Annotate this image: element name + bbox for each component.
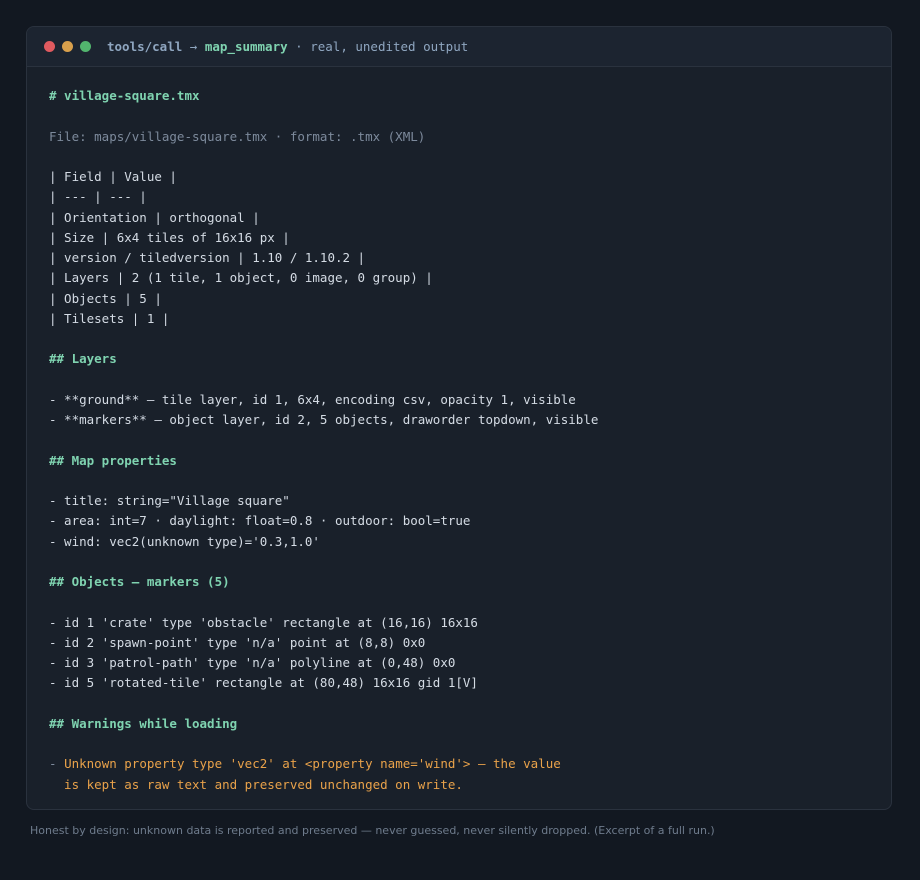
- window-titlebar: tools/call → map_summary · real, unedite…: [27, 27, 891, 67]
- title-prefix: tools/call: [107, 39, 183, 54]
- window-title: tools/call → map_summary · real, unedite…: [107, 39, 468, 54]
- file-heading: # village-square.tmx: [49, 88, 200, 103]
- maximize-window-icon[interactable]: [80, 41, 91, 52]
- list-item: - id 1 'crate' type 'obstacle' rectangle…: [49, 614, 478, 630]
- tool-output-window: tools/call → map_summary · real, unedite…: [26, 26, 892, 810]
- footer-caption: Honest by design: unknown data is report…: [30, 824, 715, 837]
- list-item: - id 2 'spawn-point' type 'n/a' point at…: [49, 634, 426, 650]
- minimize-window-icon[interactable]: [62, 41, 73, 52]
- table-line: | Field | Value |: [49, 169, 177, 184]
- close-window-icon[interactable]: [44, 41, 55, 52]
- file-info-line: File: maps/village-square.tmx · format: …: [49, 128, 426, 144]
- warning-text: Unknown property type 'vec2' at <propert…: [64, 756, 561, 772]
- table-line: | version / tiledversion | 1.10 / 1.10.2…: [49, 250, 366, 265]
- warning-bullet: -: [49, 756, 65, 772]
- table-line: | Layers | 2 (1 tile, 1 object, 0 image,…: [49, 270, 433, 286]
- table-line: | --- | --- |: [49, 189, 147, 205]
- layers-heading: ## Layers: [49, 351, 117, 367]
- map-properties-heading: ## Map properties: [49, 452, 177, 468]
- warnings-heading: ## Warnings while loading: [49, 715, 238, 731]
- list-item: - **ground** — tile layer, id 1, 6x4, en…: [49, 391, 576, 407]
- table-line: | Tilesets | 1 |: [49, 310, 170, 326]
- table-line: | Orientation | orthogonal |: [49, 209, 260, 225]
- title-arrow: →: [182, 39, 205, 54]
- title-suffix: · real, unedited output: [287, 39, 469, 54]
- warning-item: - Unknown property type 'vec2' at <prope…: [49, 754, 891, 774]
- summary-table: | Field | Value | | --- | --- | | Orient…: [49, 167, 891, 329]
- warning-text-continued: is kept as raw text and preserved unchan…: [49, 776, 463, 792]
- table-line: | Size | 6x4 tiles of 16x16 px |: [49, 229, 290, 245]
- objects-heading: ## Objects — markers (5): [49, 574, 230, 589]
- list-item: - id 3 'patrol-path' type 'n/a' polyline…: [49, 655, 456, 670]
- list-item: - area: int=7 · daylight: float=0.8 · ou…: [49, 513, 471, 529]
- list-item: - id 5 'rotated-tile' rectangle at (80,4…: [49, 675, 478, 691]
- output-content: # village-square.tmx File: maps/village-…: [27, 67, 891, 795]
- list-item: - wind: vec2(unknown type)='0.3,1.0': [49, 533, 320, 549]
- title-tool-name: map_summary: [204, 39, 288, 54]
- list-item: - **markers** — object layer, id 2, 5 ob…: [49, 412, 599, 427]
- list-item: - title: string="Village square": [49, 493, 290, 508]
- table-line: | Objects | 5 |: [49, 290, 162, 306]
